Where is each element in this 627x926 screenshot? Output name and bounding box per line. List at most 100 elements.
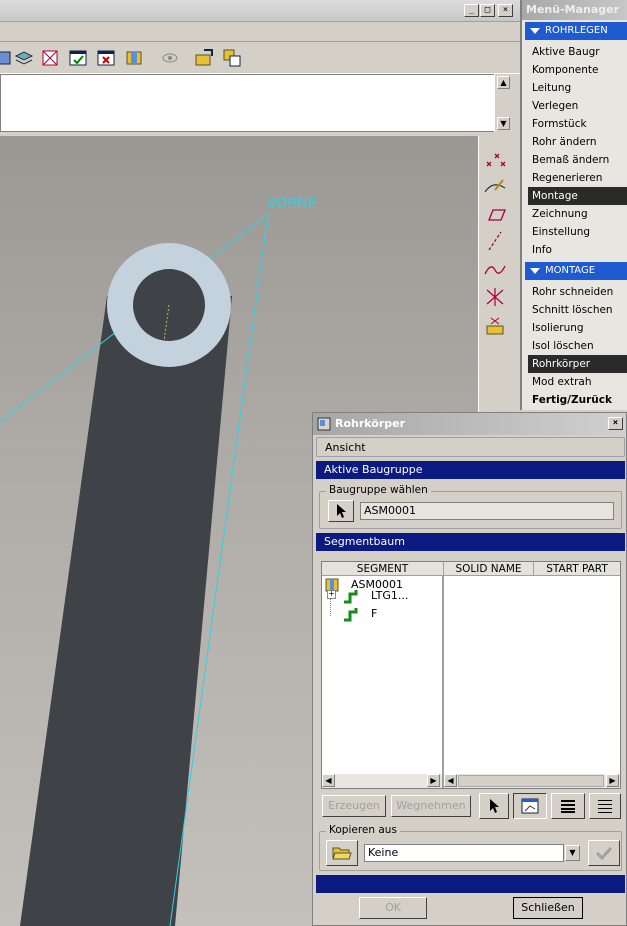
menu-item-mod-extrah[interactable]: Mod extrah — [528, 373, 627, 391]
datum-curve-icon[interactable] — [483, 258, 507, 280]
coordinate-system-icon[interactable] — [483, 286, 507, 308]
select-assembly-button[interactable] — [328, 500, 354, 522]
copy-source-select[interactable]: Keine — [364, 844, 564, 862]
message-scrollbar[interactable]: ▲ ▼ — [494, 74, 512, 132]
apply-check-button[interactable] — [588, 840, 620, 866]
group-baugruppe-waehlen: Baugruppe wählen ASM0001 — [319, 484, 622, 529]
segment-hscrollbar[interactable]: ◀ ▶ — [322, 774, 442, 788]
group-label: Kopieren aus — [326, 824, 400, 836]
wegnehmen-button[interactable]: Wegnehmen — [391, 795, 471, 817]
menu-item-isolierung[interactable]: Isolierung — [528, 319, 627, 337]
menu-item-isol-loeschen[interactable]: Isol löschen — [528, 337, 627, 355]
list-view-button[interactable] — [589, 793, 621, 819]
dialog-window-icon — [317, 417, 331, 431]
tree-item-ltg1[interactable]: LTG1... — [371, 589, 408, 602]
tree-item-f[interactable]: F — [371, 607, 377, 620]
menu-item-rohr-aendern[interactable]: Rohr ändern — [528, 133, 627, 151]
dialog-close-button[interactable]: × — [608, 417, 623, 430]
scroll-left-button[interactable]: ◀ — [322, 774, 335, 787]
cube-icon[interactable] — [124, 48, 144, 68]
col-header-solid-name[interactable]: SOLID NAME — [444, 562, 534, 576]
menu-ansicht[interactable]: Ansicht — [325, 441, 366, 454]
section-aktive-baugruppe: Aktive Baugruppe — [316, 461, 625, 479]
menu-item-info[interactable]: Info — [528, 241, 627, 259]
pick-button[interactable] — [479, 793, 509, 819]
pipe-window-icon — [521, 798, 539, 814]
chevron-down-icon[interactable]: ▼ — [565, 845, 580, 861]
copy-window-icon[interactable] — [222, 48, 242, 68]
menu-item-montage[interactable]: Montage — [528, 187, 627, 205]
open-folder-icon — [332, 847, 352, 860]
erzeugen-button[interactable]: Erzeugen — [322, 795, 386, 817]
message-area — [0, 74, 498, 132]
menu-item-rohrkoerper[interactable]: Rohrkörper — [528, 355, 627, 373]
pipe-segment-icon — [344, 608, 358, 622]
scroll-thumb[interactable] — [458, 775, 604, 787]
menu-head-rohrlegen[interactable]: ROHRLEGEN — [525, 22, 627, 40]
pipe-body — [20, 296, 232, 926]
datum-plane-icon[interactable] — [483, 204, 507, 226]
menu-head-label: MONTAGE — [545, 265, 596, 276]
main-title-bar: _ □ × — [0, 0, 520, 22]
dialog-menubar: Ansicht — [316, 437, 625, 457]
lines-icon — [598, 800, 612, 813]
open-folder-button[interactable] — [326, 840, 358, 866]
layers-icon[interactable] — [14, 48, 34, 68]
menu-item-komponente[interactable]: Komponente — [528, 61, 627, 79]
scroll-right-button[interactable]: ▶ — [606, 774, 619, 787]
group-kopieren-aus: Kopieren aus Keine ▼ — [319, 824, 622, 871]
minimize-button[interactable]: _ — [464, 4, 479, 17]
list-view-bold-button[interactable] — [551, 793, 585, 819]
menu-item-fertig-zurueck[interactable]: Fertig/Zurück — [528, 391, 627, 409]
scroll-left-button[interactable]: ◀ — [444, 774, 457, 787]
menu-bar — [0, 22, 520, 42]
segment-tree[interactable]: SEGMENT SOLID NAME START PART ASM0001 + … — [321, 561, 621, 789]
column-divider — [442, 576, 444, 788]
analysis-icon[interactable] — [483, 314, 507, 336]
menu-item-formstueck[interactable]: Formstück — [528, 115, 627, 133]
lines-bold-icon — [561, 800, 575, 813]
scroll-up-button[interactable]: ▲ — [497, 76, 510, 89]
scroll-right-button[interactable]: ▶ — [427, 774, 440, 787]
view-label: VORNE — [267, 196, 317, 212]
menu-item-zeichnung[interactable]: Zeichnung — [528, 205, 627, 223]
menu-item-schnitt-loeschen[interactable]: Schnitt löschen — [528, 301, 627, 319]
maximize-button[interactable]: □ — [480, 4, 495, 17]
menu-item-regenerieren[interactable]: Regenerieren — [528, 169, 627, 187]
close-button[interactable]: × — [498, 4, 513, 17]
group-label: Baugruppe wählen — [326, 484, 431, 496]
col-header-start-part[interactable]: START PART — [534, 562, 620, 576]
network-icon[interactable] — [40, 48, 60, 68]
eye-icon[interactable] — [160, 48, 180, 68]
window-check-icon[interactable] — [68, 48, 88, 68]
scroll-down-button[interactable]: ▼ — [497, 117, 510, 130]
folder-arrow-icon[interactable] — [194, 48, 214, 68]
schliessen-button[interactable]: Schließen — [513, 897, 583, 919]
assembly-name-field[interactable]: ASM0001 — [360, 502, 614, 520]
menu-item-aktive-baugr[interactable]: Aktive Baugr — [528, 43, 627, 61]
menu-item-einstellung[interactable]: Einstellung — [528, 223, 627, 241]
datum-point-icon[interactable] — [483, 148, 507, 170]
pipe-view-toggle[interactable] — [513, 793, 547, 819]
pointer-arrow-icon — [337, 504, 346, 518]
menu-manager-title: Menü-Manager — [522, 0, 627, 20]
pointer-arrow-icon — [490, 799, 499, 813]
menu-item-rohr-schneiden[interactable]: Rohr schneiden — [528, 283, 627, 301]
col-header-segment[interactable]: SEGMENT — [322, 562, 444, 576]
window-close-icon[interactable] — [96, 48, 116, 68]
menu-manager: Menü-Manager ROHRLEGEN Aktive Baugr Komp… — [520, 0, 627, 410]
expand-toggle[interactable]: + — [327, 590, 336, 599]
dialog-title-bar: Rohrkörper × — [313, 413, 626, 435]
menu-head-montage[interactable]: MONTAGE — [525, 262, 627, 280]
detail-hscrollbar[interactable]: ◀ ▶ — [444, 774, 620, 788]
menu-item-verlegen[interactable]: Verlegen — [528, 97, 627, 115]
datum-axis-icon[interactable] — [483, 230, 507, 252]
ok-button[interactable]: OK — [359, 897, 427, 919]
pipe-segment-icon — [344, 590, 358, 604]
menu-head-label: ROHRLEGEN — [545, 25, 608, 36]
menu-item-leitung[interactable]: Leitung — [528, 79, 627, 97]
status-bar — [316, 875, 625, 893]
menu-item-bemass-aendern[interactable]: Bemaß ändern — [528, 151, 627, 169]
toolbar-partial-icon[interactable] — [0, 48, 14, 68]
sketch-pen-icon[interactable] — [483, 176, 507, 198]
